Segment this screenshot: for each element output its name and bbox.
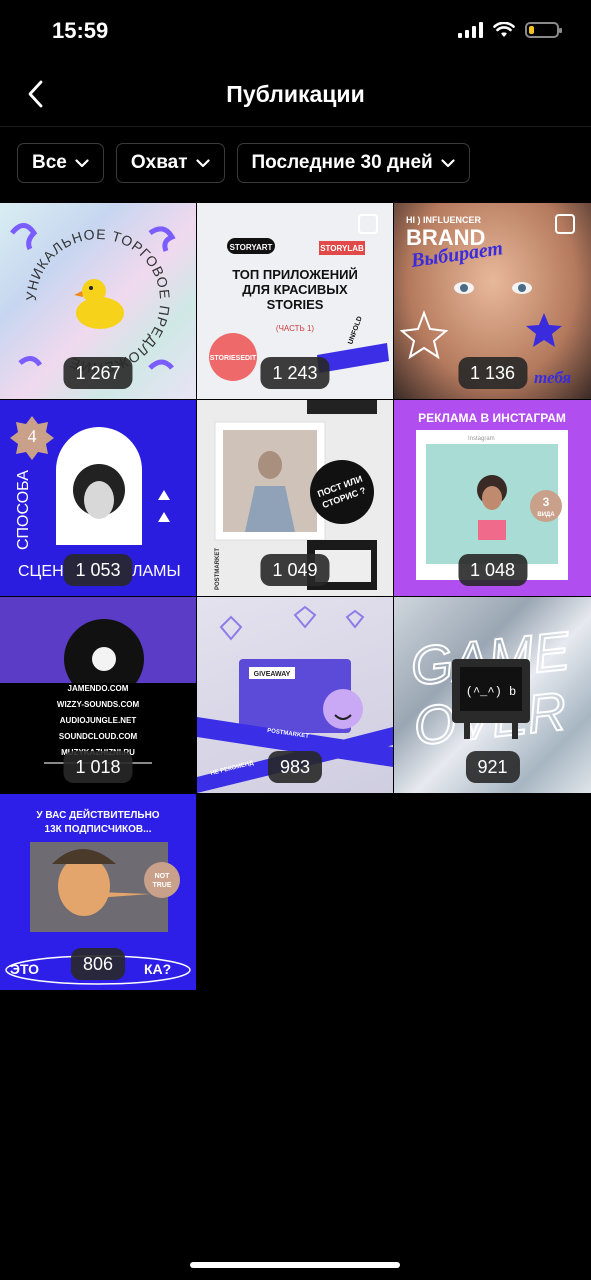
reach-count: 806 [70, 948, 126, 980]
reach-count: 1 243 [260, 357, 330, 389]
pack-label: GIVEAWAY [254, 671, 291, 678]
filter-metric-dropdown[interactable]: Охват [115, 143, 225, 183]
post-thumbnail[interactable]: GIVEAWAY POSTMARKET НЕ РЕКОМЕНД 983 [197, 597, 393, 793]
filter-bar: Все Охват Последние 30 дней [17, 143, 470, 183]
chevron-down-icon [441, 158, 455, 167]
svg-text:У ВАС ДЕЙСТВИТЕЛЬНО: У ВАС ДЕЙСТВИТЕЛЬНО [36, 808, 159, 821]
post-thumbnail[interactable]: GAME OVER (^_^) b 921 [394, 597, 591, 793]
post-title: РЕКЛАМА В ИНСТАГРАМ [418, 411, 566, 425]
tag-label: STORYLAB [320, 244, 364, 253]
side-text: СПОСОБА [15, 470, 32, 550]
reach-count: 1 048 [457, 554, 528, 586]
post-top-text: HI ) INFLUENCER [406, 215, 481, 225]
bottom-text: СЦЕН [18, 563, 64, 580]
badge-word: ВИДА [537, 512, 555, 518]
badge-number: 3 [543, 495, 550, 509]
instagram-handle: Instagram [468, 436, 495, 442]
cellular-signal-icon [458, 22, 483, 38]
link-text: SOUNDCLOUD.COM [59, 732, 138, 741]
home-indicator[interactable] [190, 1262, 400, 1268]
bottom-text: КА? [144, 961, 171, 977]
link-text: WIZZY-SOUNDS.COM [57, 700, 140, 709]
svg-text:13К ПОДПИСЧИКОВ...: 13К ПОДПИСЧИКОВ... [45, 824, 152, 835]
chevron-down-icon [75, 158, 89, 167]
post-thumbnail[interactable]: РЕКЛАМА В ИНСТАГРАМ Instagram 3 ВИДА 1 0… [394, 400, 591, 596]
svg-text:STORIES: STORIES [267, 297, 324, 312]
badge-number: 4 [28, 426, 37, 446]
link-text: AUDIOJUNGLE.NET [60, 716, 137, 725]
post-thumbnail[interactable]: JAMENDO.COM WIZZY-SOUNDS.COM AUDIOJUNGLE… [0, 597, 196, 793]
post-thumbnail[interactable]: У ВАС ДЕЙСТВИТЕЛЬНО 13К ПОДПИСЧИКОВ... N… [0, 794, 196, 990]
tag-label: UNFOLD [347, 316, 364, 346]
header-divider [0, 126, 591, 127]
status-bar: 15:59 [0, 0, 591, 62]
svg-text:ДЛЯ КРАСИВЫХ: ДЛЯ КРАСИВЫХ [242, 282, 348, 297]
reach-count: 1 018 [63, 751, 133, 783]
bottom-text: ЛАМЫ [132, 563, 181, 580]
svg-text:NOT: NOT [155, 873, 171, 880]
filter-type-dropdown[interactable]: Все [17, 143, 104, 183]
svg-text:TRUE: TRUE [152, 882, 171, 889]
filter-period-label: Последние 30 дней [251, 152, 433, 173]
svg-text:ТОП ПРИЛОЖЕНИЙ: ТОП ПРИЛОЖЕНИЙ [232, 267, 358, 282]
reach-count: 921 [465, 751, 520, 783]
status-time: 15:59 [52, 18, 109, 43]
reach-count: 1 049 [260, 554, 330, 586]
reach-count: 1 136 [457, 357, 528, 389]
filter-period-dropdown[interactable]: Последние 30 дней [236, 143, 470, 183]
battery-icon [525, 22, 562, 38]
filter-metric-label: Охват [130, 152, 188, 173]
posts-grid: УНИКАЛЬНОЕ ТОРГОВОЕ ПРЕДЛОЖЕНИЕ 1 267 ST… [0, 203, 591, 990]
vertical-label: POSTMARKET [215, 548, 221, 590]
wifi-icon [493, 22, 515, 37]
tv-face: (^_^) b [466, 685, 516, 699]
duck-icon [74, 279, 124, 329]
link-text: JAMENDO.COM [68, 684, 129, 693]
script-text: тебя [534, 368, 571, 387]
post-thumbnail[interactable]: HI ) INFLUENCER BRAND Выбирает тебя 1 13… [394, 203, 591, 399]
post-thumbnail[interactable]: УНИКАЛЬНОЕ ТОРГОВОЕ ПРЕДЛОЖЕНИЕ 1 267 [0, 203, 196, 399]
tag-label: STORIESEDIT [210, 355, 257, 362]
reach-count: 983 [267, 751, 323, 783]
chevron-down-icon [195, 158, 210, 167]
post-thumbnail[interactable]: ПОСТ ИЛИ СТОРИС ? POSTMARKET 1 049 [197, 400, 393, 596]
reach-count: 1 267 [63, 357, 133, 389]
status-icons [458, 22, 562, 38]
tag-label: STORYART [230, 243, 273, 252]
bottom-text: ЭТО [10, 961, 39, 977]
post-thumbnail[interactable]: 4 СПОСОБА СЦЕН ЛАМЫ 1 053 [0, 400, 196, 596]
subtitle: (ЧАСТЬ 1) [276, 324, 314, 333]
filter-type-label: Все [32, 152, 67, 173]
post-thumbnail[interactable]: STORYART STORYLAB ТОП ПРИЛОЖЕНИЙ ДЛЯ КРА… [197, 203, 393, 399]
page-title: Публикации [226, 81, 365, 107]
reach-count: 1 053 [63, 554, 133, 586]
header: Публикации [0, 62, 591, 126]
